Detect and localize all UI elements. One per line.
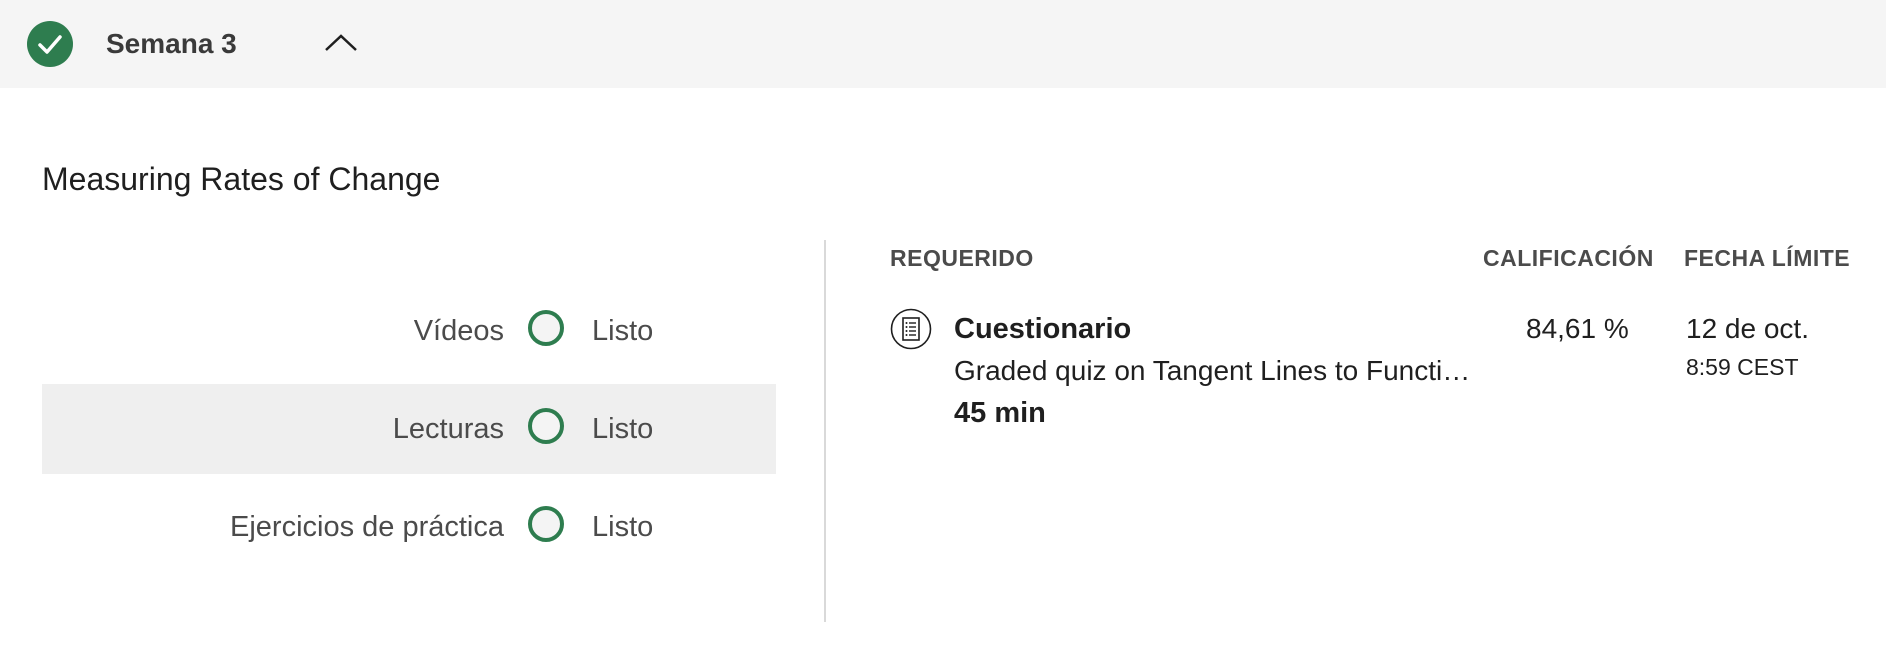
progress-status: Listo <box>592 413 654 445</box>
item-due-date: 12 de oct. <box>1686 313 1809 344</box>
progress-status: Listo <box>592 315 654 347</box>
progress-label: Ejercicios de práctica <box>230 511 504 543</box>
status-ring-icon <box>528 310 564 346</box>
header-required: REQUERIDO <box>890 245 1034 271</box>
progress-row-practice[interactable]: Ejercicios de práctica Listo <box>42 482 776 572</box>
progress-label: Vídeos <box>413 315 504 347</box>
item-grade: 84,61 % <box>1526 313 1629 344</box>
status-ring-icon <box>528 506 564 542</box>
item-duration: 45 min <box>954 397 1046 429</box>
progress-label: Lecturas <box>392 413 504 445</box>
header-due-date: FECHA LÍMITE <box>1684 245 1851 271</box>
module-title: Measuring Rates of Change <box>42 161 441 197</box>
quiz-icon <box>890 308 932 350</box>
week-title: Semana 3 <box>106 28 237 59</box>
check-icon <box>27 21 73 67</box>
item-type[interactable]: Cuestionario <box>954 310 1131 348</box>
progress-summary: Vídeos Listo Lecturas Listo Ejercicios d… <box>42 286 776 580</box>
item-name-link[interactable]: Graded quiz on Tangent Lines to Function… <box>954 352 1484 390</box>
item-due-time: 8:59 CEST <box>1686 354 1799 380</box>
chevron-up-icon[interactable] <box>322 28 360 58</box>
progress-row-videos[interactable]: Vídeos Listo <box>42 286 776 376</box>
progress-row-readings[interactable]: Lecturas Listo <box>42 384 776 474</box>
progress-status: Listo <box>592 511 654 543</box>
header-grade: CALIFICACIÓN <box>1483 245 1654 271</box>
status-ring-icon <box>528 408 564 444</box>
column-divider <box>824 240 826 622</box>
week-header[interactable]: Semana 3 <box>0 0 1886 88</box>
